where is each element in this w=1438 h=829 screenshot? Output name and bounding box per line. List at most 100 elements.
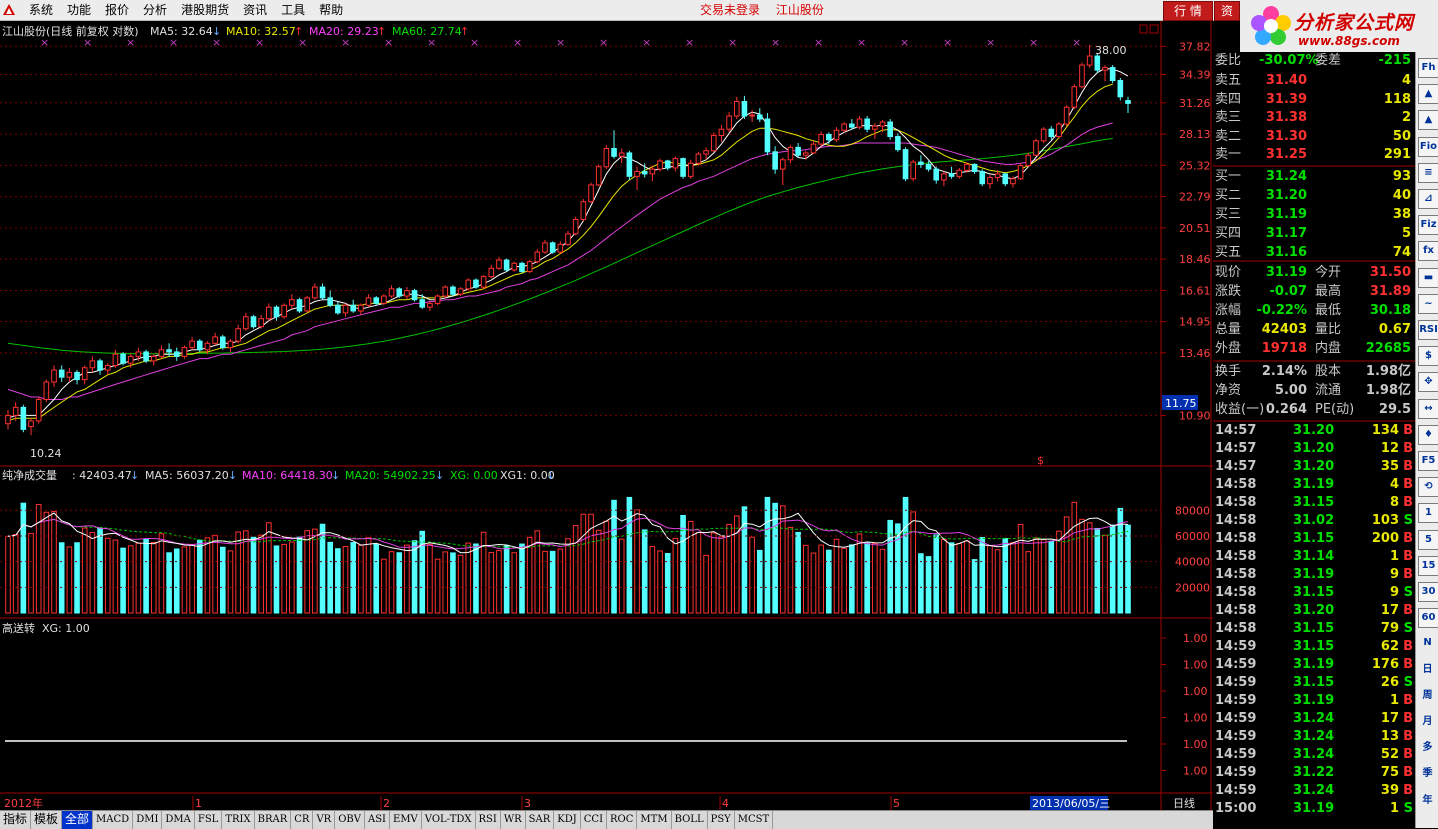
flower-logo-icon [1251, 6, 1291, 45]
window-max-icon[interactable] [1149, 24, 1159, 34]
menu-news[interactable]: 资讯 [236, 0, 274, 20]
trade-login-link[interactable]: 交易未登录 [700, 3, 760, 17]
kline-chart[interactable]: × × × × × × × × × × × × × × × × × × × × × × × × × 江山股份(日线 前复权 对数… [0, 21, 1213, 810]
menu-quote[interactable]: 报价 [98, 0, 136, 20]
indicator-tab-trix[interactable]: TRIX [222, 811, 255, 829]
indicator-tab-vol-tdx[interactable]: VOL-TDX [422, 811, 476, 829]
indicator-tab-rsi[interactable]: RSI [476, 811, 501, 829]
toolbar-item-16[interactable]: ⟲ [1418, 477, 1438, 498]
indicator-tab-mtm[interactable]: MTM [637, 811, 672, 829]
volume-bar [795, 531, 801, 614]
toolbar-item-17[interactable]: 1 [1418, 503, 1438, 524]
toolbar-item-8[interactable]: ▬ [1418, 267, 1438, 288]
candle-body [971, 163, 978, 173]
indicator-tab-emv[interactable]: EMV [390, 811, 422, 829]
menu-hk-futures[interactable]: 港股期货 [174, 0, 236, 20]
toolbar-item-20[interactable]: 30 [1418, 582, 1438, 602]
candle-body [695, 153, 702, 164]
toolbar-item-28[interactable]: 年 [1418, 792, 1437, 810]
toolbar-item-6[interactable]: Fiz [1418, 215, 1438, 236]
cursor-date: 2013/06/05/三 [1032, 797, 1110, 810]
indicator-tab-asi[interactable]: ASI [365, 811, 391, 829]
window-restore-icon[interactable] [1139, 24, 1148, 34]
candle-body [672, 158, 679, 169]
indicator-tab-dmi[interactable]: DMI [133, 811, 163, 829]
toolbar-item-22[interactable]: N [1418, 634, 1437, 652]
indicator-tab-全部[interactable]: 全部 [62, 811, 94, 829]
indicator-tab-boll[interactable]: BOLL [672, 811, 708, 829]
indicator-tab-fsl[interactable]: FSL [195, 811, 223, 829]
info-button[interactable]: 资 [1214, 1, 1240, 21]
candle-body [979, 171, 986, 185]
volume-bar [496, 549, 502, 614]
menu-function[interactable]: 功能 [60, 0, 98, 20]
toolbar-item-7[interactable]: fx [1418, 241, 1438, 262]
ma20-legend: MA20: 29.23 [309, 25, 379, 38]
volume-bar [542, 550, 548, 614]
volume-title: 纯净成交量 [2, 468, 57, 482]
volume-bar [365, 537, 372, 614]
toolbar-item-27[interactable]: 季 [1418, 765, 1437, 783]
toolbar-item-2[interactable]: ▲ [1418, 110, 1438, 131]
indicator-tab-roc[interactable]: ROC [607, 811, 638, 829]
volume-bar [5, 535, 11, 614]
menu-system[interactable]: 系统 [22, 0, 60, 20]
indicator-tab-brar[interactable]: BRAR [255, 811, 292, 829]
toolbar-item-15[interactable]: F5 [1418, 451, 1438, 471]
toolbar-item-26[interactable]: 多 [1418, 739, 1437, 757]
candle-body [74, 371, 80, 381]
indicator-tab-kdj[interactable]: KDJ [554, 811, 581, 829]
toolbar-item-19[interactable]: 15 [1418, 555, 1438, 576]
candle-body [97, 360, 103, 371]
candle-body [549, 242, 556, 253]
indicator-tab-macd[interactable]: MACD [93, 811, 134, 829]
candle-body [872, 125, 878, 130]
toolbar-item-18[interactable]: 5 [1418, 529, 1438, 550]
toolbar-item-25[interactable]: 月 [1418, 713, 1437, 731]
row-marker-icon: × [513, 36, 522, 49]
candle-body [5, 414, 11, 425]
toolbar-item-11[interactable]: $ [1418, 346, 1438, 367]
candle-body [618, 152, 625, 157]
toolbar-item-4[interactable]: ≡ [1418, 162, 1438, 183]
candle-body [641, 171, 648, 175]
indicator-tab-mcst[interactable]: MCST [735, 811, 774, 829]
indicator-tab-psy[interactable]: PSY [708, 811, 735, 829]
indicator-tab-模板[interactable]: 模板 [31, 811, 63, 829]
toolbar-item-1[interactable]: ▲ [1418, 84, 1438, 105]
indicator-tab-sar[interactable]: SAR [526, 811, 555, 829]
menu-tools[interactable]: 工具 [274, 0, 312, 20]
toolbar-item-9[interactable]: ~ [1418, 293, 1438, 314]
indicator-tab-obv[interactable]: OBV [335, 811, 365, 829]
toolbar-item-13[interactable]: ↔ [1418, 398, 1438, 419]
price-axis-label: 18.46 [1179, 253, 1211, 266]
candle-body [1040, 128, 1047, 142]
toolbar-item-10[interactable]: RSI [1418, 320, 1438, 340]
indicator-tab-cci[interactable]: CCI [581, 811, 608, 829]
toolbar-item-23[interactable]: 日 [1418, 661, 1437, 679]
toolbar-item-12[interactable]: ✥ [1418, 372, 1438, 393]
toolbar-item-24[interactable]: 周 [1418, 687, 1437, 705]
toolbar-item-3[interactable]: Fio [1418, 136, 1438, 157]
month-label-2: 2 [383, 797, 390, 810]
menu-help[interactable]: 帮助 [312, 0, 350, 20]
candle-body [51, 369, 57, 383]
candle-body [81, 367, 88, 381]
gsz-axis-label: 1.00 [1183, 659, 1208, 672]
indicator-tab-vr[interactable]: VR [313, 811, 336, 829]
indicator-tab-cr[interactable]: CR [291, 811, 314, 829]
toolbar-item-14[interactable]: ♦ [1418, 424, 1438, 445]
indicator-tab-wr[interactable]: WR [501, 811, 526, 829]
toolbar-item-5[interactable]: ⊿ [1418, 189, 1438, 209]
indicator-tab-dma[interactable]: DMA [162, 811, 195, 829]
toolbar-item-21[interactable]: 60 [1418, 608, 1438, 629]
menu-analysis[interactable]: 分析 [136, 0, 174, 20]
volume-bar [66, 546, 73, 614]
period-label[interactable]: 日线 [1173, 796, 1195, 810]
price-grid [0, 45, 1161, 416]
market-button[interactable]: 行 情 [1163, 1, 1213, 21]
indicator-tab-指标[interactable]: 指标 [0, 811, 32, 829]
candle-body [358, 304, 364, 312]
toolbar-item-0[interactable]: Fh [1418, 58, 1438, 78]
candle-body [503, 259, 510, 271]
